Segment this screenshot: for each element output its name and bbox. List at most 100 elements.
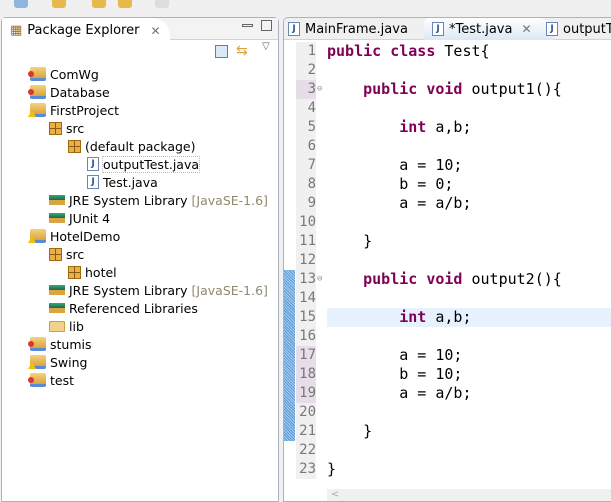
tree-item[interactable]: lib [49, 317, 84, 335]
maximize-button[interactable] [261, 20, 272, 31]
code-line[interactable]: 19 a = a/b; [284, 384, 611, 403]
next-icon[interactable] [155, 0, 169, 8]
code-token: a = 10; [327, 156, 463, 174]
code-token: } [327, 460, 337, 478]
tree-item[interactable]: Database [28, 83, 110, 101]
fold-icon[interactable]: ⊖ [317, 270, 322, 289]
library-icon [49, 195, 65, 205]
code-text: int a,b; [327, 308, 471, 327]
code-token: } [327, 232, 373, 250]
line-number: 1 [296, 42, 316, 61]
line-number: 7 [296, 156, 316, 175]
keyword: public class [327, 42, 436, 60]
code-line[interactable]: 13 ⊖ public void output2(){ [284, 270, 611, 289]
project-error-icon [28, 373, 46, 387]
back-icon[interactable] [92, 0, 106, 8]
tree-item-label: src [66, 246, 85, 262]
code-text: a = a/b; [327, 384, 471, 403]
code-token: } [327, 422, 373, 440]
code-line[interactable]: 14 [284, 289, 611, 308]
line-number: 19 [296, 384, 316, 403]
tree-item-label: Referenced Libraries [69, 300, 198, 316]
code-line[interactable]: 9 a = a/b; [284, 194, 611, 213]
tree-item[interactable]: test [28, 371, 74, 389]
tree-item[interactable]: stumis [28, 335, 92, 353]
tree-item[interactable]: hotel [68, 263, 117, 281]
line-number: 15 [296, 308, 316, 327]
tree-item[interactable]: src [49, 119, 84, 137]
code-line[interactable]: 1 public class Test{ [284, 42, 611, 61]
code-line[interactable]: 3 ⊖ public void output1(){ [284, 80, 611, 99]
tree-item[interactable]: J Test.java [87, 173, 158, 191]
line-number: 23 [296, 460, 316, 479]
project-error-icon [28, 67, 46, 81]
code-line[interactable]: 20 [284, 403, 611, 422]
code-line[interactable]: 11 } [284, 232, 611, 251]
keyword: public void [363, 80, 463, 98]
java-file-warning-icon: J [546, 22, 558, 36]
code-text: a = a/b; [327, 194, 471, 213]
code-line[interactable]: 12 [284, 251, 611, 270]
tree-item[interactable]: JRE System Library [JavaSE-1.6] [49, 281, 268, 299]
java-file-icon: J [288, 22, 300, 36]
code-line[interactable]: 5 int a,b; [284, 118, 611, 137]
tree-item-label: lib [69, 318, 84, 334]
library-icon [49, 285, 65, 295]
code-line[interactable]: 4 [284, 99, 611, 118]
view-menu-icon[interactable]: ▽ [262, 41, 270, 52]
tree-item[interactable]: JUnit 4 [49, 209, 110, 227]
tree-item[interactable]: (default package) [68, 137, 195, 155]
horizontal-scrollbar[interactable]: < [327, 489, 611, 501]
code-line[interactable]: 22 [284, 441, 611, 460]
code-token: output2(){ [462, 270, 562, 288]
line-number: 17 [296, 346, 316, 365]
tab-mainframe[interactable]: J MainFrame.java [288, 18, 408, 40]
java-file-icon: J [432, 22, 444, 36]
code-line[interactable]: 18 b = 10; [284, 365, 611, 384]
tree-item[interactable]: Swing [28, 353, 88, 371]
tree-item[interactable]: Referenced Libraries [49, 299, 198, 317]
tab-test[interactable]: J *Test.java ✕ [424, 18, 554, 40]
code-line[interactable]: 8 b = 0; [284, 175, 611, 194]
tree-item[interactable]: ComWg [28, 65, 99, 83]
package-explorer-tab[interactable]: ▦ Package Explorer ✕ [2, 18, 170, 40]
line-number: 21 [296, 422, 316, 441]
fold-icon[interactable]: ⊖ [317, 80, 322, 99]
code-line[interactable]: 6 [284, 137, 611, 156]
line-number: 9 [296, 194, 316, 213]
close-icon[interactable]: ✕ [150, 24, 160, 38]
line-number: 3 [296, 80, 316, 99]
tree-item[interactable]: FirstProject [28, 101, 119, 119]
source-folder-icon [49, 121, 62, 135]
source-folder-icon [49, 247, 62, 261]
tab-outputtest[interactable]: J outputTest.java [546, 18, 611, 40]
code-editor[interactable]: 1 public class Test{2 3 ⊖ public void outpu… [284, 42, 611, 479]
new-icon[interactable] [14, 0, 28, 8]
package-icon [68, 139, 81, 153]
tree-item[interactable]: JRE System Library [JavaSE-1.6] [49, 191, 268, 209]
line-number: 22 [296, 441, 316, 460]
forward-icon[interactable] [118, 0, 132, 8]
keyword: int [399, 308, 427, 326]
open-type-icon[interactable] [52, 0, 66, 8]
code-line[interactable]: 16 [284, 327, 611, 346]
line-number: 8 [296, 175, 316, 194]
code-line[interactable]: 15 int a,b; [284, 308, 611, 327]
line-number: 11 [296, 232, 316, 251]
collapse-all-icon[interactable] [215, 45, 228, 58]
code-line[interactable]: 10 [284, 213, 611, 232]
code-line[interactable]: 7 a = 10; [284, 156, 611, 175]
tree-item[interactable]: HotelDemo [28, 227, 120, 245]
code-line[interactable]: 2 [284, 61, 611, 80]
code-line[interactable]: 23} [284, 460, 611, 479]
code-line[interactable]: 17 a = 10; [284, 346, 611, 365]
code-line[interactable]: 21 } [284, 422, 611, 441]
tree-item-suffix: [JavaSE-1.6] [191, 282, 268, 298]
tree-item[interactable]: JoutputTest.java [87, 155, 201, 173]
tree-item[interactable]: src [49, 245, 84, 263]
link-with-editor-icon[interactable]: ⇆ [236, 43, 248, 59]
minimize-button[interactable] [242, 24, 253, 27]
close-icon[interactable]: ✕ [521, 22, 531, 36]
